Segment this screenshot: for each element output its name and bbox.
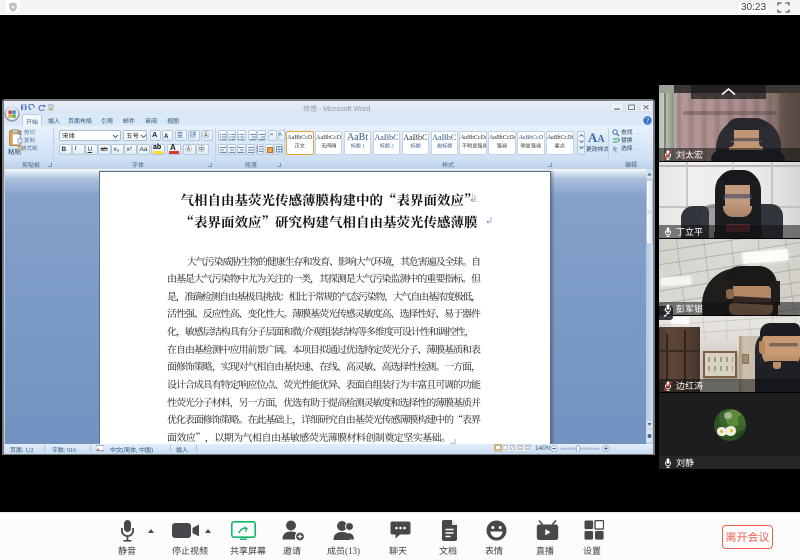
svg-text:?: ? [646,116,649,124]
